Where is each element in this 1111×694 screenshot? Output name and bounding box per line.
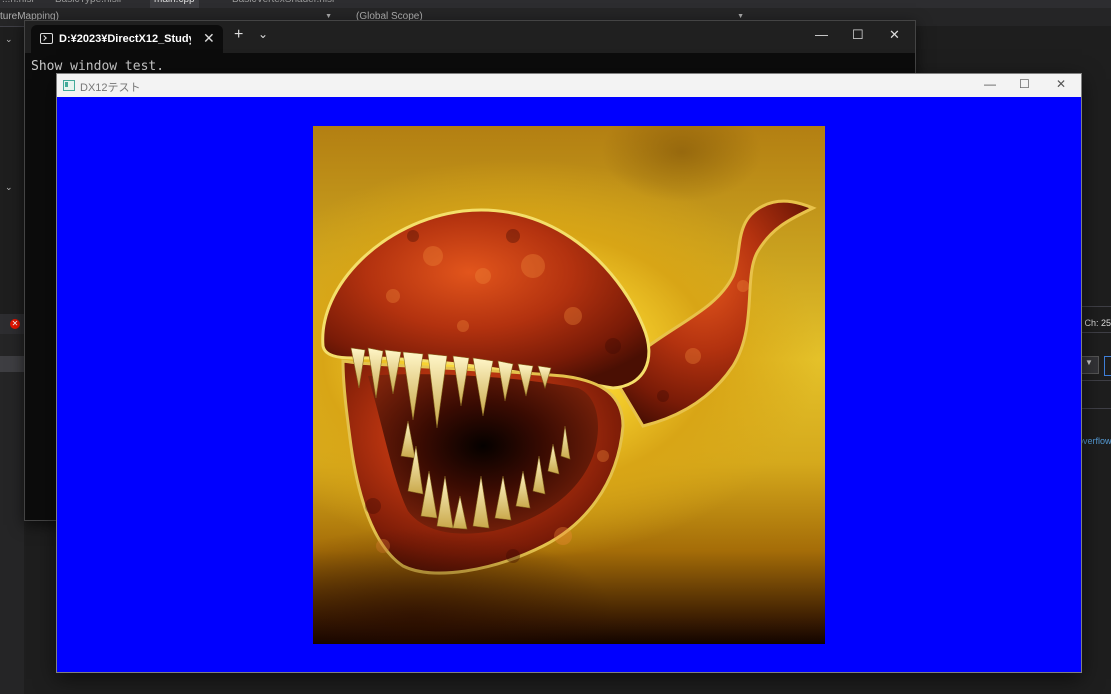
vs-tab-basictype[interactable]: BasicType.hlsli (55, 0, 121, 8)
terminal-tab-title: D:¥2023¥DirectX12_Study¥Direct (59, 33, 191, 45)
dx12-minimize-button[interactable]: — (984, 77, 996, 91)
terminal-icon (40, 33, 53, 44)
vs-document-tabs: ...h.hlsl BasicType.hlsli main.cpp Basic… (0, 0, 1111, 8)
collapse-chevron-icon[interactable]: ⌄ (5, 182, 13, 193)
close-tab-icon[interactable]: ✕ (203, 30, 215, 47)
vs-tab-hlsl[interactable]: ...h.hlsl (2, 0, 34, 8)
dx12-render-area[interactable] (57, 97, 1081, 672)
error-icon[interactable]: ✕ (10, 319, 20, 329)
dx12-window[interactable]: DX12テスト — ☐ ✕ (56, 73, 1082, 673)
terminal-maximize-button[interactable]: ☐ (852, 27, 864, 43)
texture-quad (313, 126, 825, 644)
vs-output-panel (0, 334, 24, 694)
red-monster-creature-icon (321, 199, 817, 575)
vs-editor-gutter: ⌄ ⌄ (0, 26, 24, 326)
dx12-titlebar[interactable]: DX12テスト — ☐ ✕ (57, 74, 1081, 97)
vs-status-column: Ch: 25 (1084, 318, 1111, 328)
new-tab-button[interactable]: + (234, 26, 243, 44)
terminal-tab[interactable]: D:¥2023¥DirectX12_Study¥Direct ✕ (31, 25, 223, 53)
collapse-chevron-icon[interactable]: ⌄ (5, 34, 13, 45)
vs-tab-main-cpp[interactable]: main.cpp (150, 0, 199, 8)
dx12-close-button[interactable]: ✕ (1056, 77, 1066, 91)
chevron-down-icon: ▼ (1085, 358, 1093, 367)
vs-overflow-text: overflow (1078, 436, 1111, 446)
terminal-output: Show window test. (31, 59, 165, 74)
vs-tab-basicvertexshader[interactable]: BasicVertexShader.hlsl (232, 0, 334, 8)
terminal-titlebar[interactable]: D:¥2023¥DirectX12_Study¥Direct ✕ + ⌄ — ☐… (25, 21, 915, 53)
vs-selected-button[interactable] (1104, 356, 1111, 376)
app-window-icon (63, 80, 75, 91)
terminal-minimize-button[interactable]: — (815, 27, 828, 42)
chevron-down-icon[interactable]: ⌄ (258, 27, 268, 41)
dx12-window-title: DX12テスト (80, 82, 141, 94)
terminal-close-button[interactable]: ✕ (889, 27, 900, 43)
dx12-maximize-button[interactable]: ☐ (1019, 77, 1030, 91)
vs-dropdown[interactable]: ▼ (1080, 356, 1099, 374)
